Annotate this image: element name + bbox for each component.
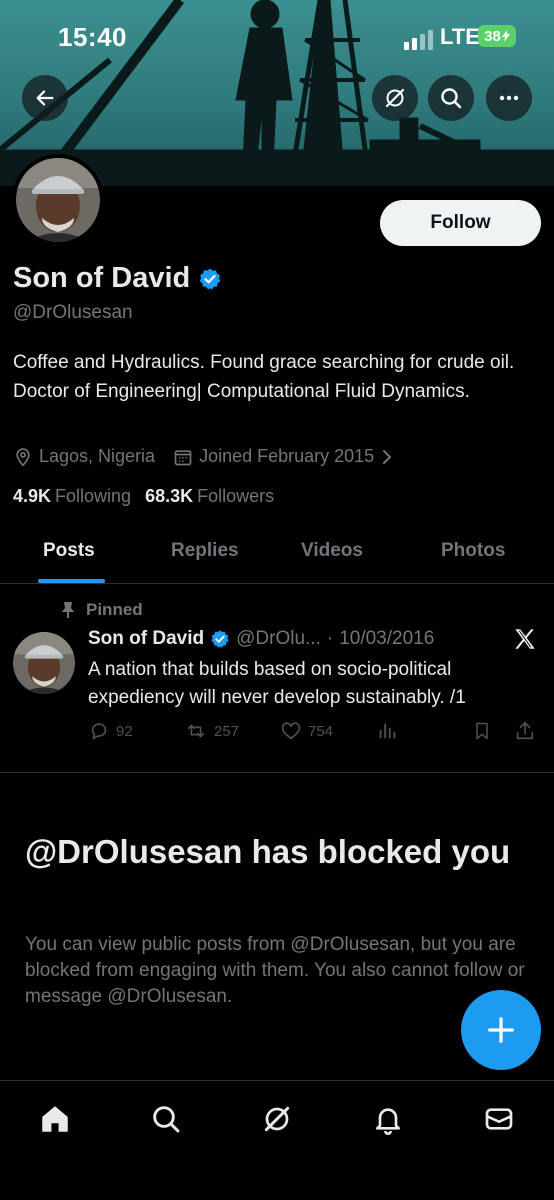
search-button[interactable] [428,75,474,121]
post-author-name[interactable]: Son of David [88,628,204,650]
profile-bio: Coffee and Hydraulics. Found grace searc… [13,352,515,402]
location-pin-icon [16,447,30,467]
verified-badge-icon[interactable] [198,267,222,291]
share-icon [516,721,534,740]
following-link[interactable]: 4.9K Following [13,486,131,507]
post-avatar[interactable] [13,632,75,694]
nav-home[interactable] [35,1099,75,1139]
location-text: Lagos, Nigeria [39,446,156,466]
status-bar: 15:40 LTE 38 [0,0,554,70]
compose-button[interactable] [461,990,541,1070]
repost-button[interactable]: 257 [184,720,239,742]
messages-icon [485,1108,513,1130]
grok-icon [385,88,405,108]
grok-icon [264,1106,290,1132]
divider [0,772,554,773]
nav-messages[interactable] [479,1099,519,1139]
following-label: Following [55,486,132,506]
nav-grok[interactable] [257,1099,297,1139]
post-date[interactable]: 10/03/2016 [339,628,434,650]
back-button[interactable] [22,75,68,121]
profile-name: Son of David [13,262,222,295]
profile-meta: Lagos, Nigeria Joined February 2015 [13,446,412,467]
reply-icon [91,723,107,740]
like-button[interactable]: 754 [280,720,333,742]
active-tab-indicator [38,579,105,583]
pinned-indicator: Pinned [60,600,143,620]
signal-icon [404,30,433,50]
nav-notifications[interactable] [368,1099,408,1139]
repost-count: 257 [214,722,240,740]
tab-videos[interactable]: Videos [301,540,363,562]
more-button[interactable] [486,75,532,121]
post-separator: · [326,628,334,649]
heart-icon [281,722,301,740]
repost-icon [187,724,205,738]
profile-handle: @DrOlusesan [13,302,133,323]
profile-avatar[interactable] [12,154,104,246]
battery-level: 38 [484,27,501,45]
bookmark-icon [476,722,488,740]
tab-replies[interactable]: Replies [171,540,239,562]
blocked-description: You can view public posts from @DrOluses… [25,934,525,1007]
grok-button[interactable] [372,75,418,121]
verified-badge-icon [211,630,229,648]
pin-icon [62,602,74,618]
followers-label: Followers [197,486,275,506]
search-icon [441,88,462,109]
location-item: Lagos, Nigeria [13,446,155,467]
pinned-label: Pinned [86,600,143,619]
post-text[interactable]: A nation that builds based on socio-poli… [88,656,528,712]
battery-icon: 38 [478,25,516,47]
plus-icon [488,1017,514,1043]
joined-text: Joined February 2015 [199,446,375,466]
analytics-icon [379,723,396,739]
joined-item[interactable]: Joined February 2015 [173,446,394,467]
x-logo-icon [512,626,538,657]
search-icon [153,1106,180,1133]
notifications-icon [376,1108,400,1135]
followers-link[interactable]: 68.3K Followers [145,486,274,507]
followers-count: 68.3K [145,486,194,506]
profile-tabs: Posts Replies Videos Photos [0,526,554,584]
tab-photos[interactable]: Photos [441,540,505,562]
chevron-right-icon [383,449,392,464]
views-button[interactable] [376,720,398,742]
reply-button[interactable]: 92 [88,720,133,742]
status-time: 15:40 [58,22,127,52]
following-count: 4.9K [13,486,52,506]
share-button[interactable] [514,720,536,742]
follow-button[interactable]: Follow [380,200,541,246]
network-type: LTE [440,24,480,49]
post-header: Son of David @DrOlu... · 10/03/2016 [88,628,434,650]
post-author-handle: @DrOlu... [236,628,321,649]
tab-posts[interactable]: Posts [43,540,95,562]
profile-stats: 4.9K Following 68.3K Followers [13,486,274,507]
post-actions: 92 257 754 [88,720,538,748]
home-icon [42,1106,68,1132]
calendar-icon [174,449,192,465]
profile-name-text: Son of David [13,262,191,294]
bookmark-button[interactable] [472,720,492,742]
reply-count: 92 [116,722,133,740]
like-count: 754 [308,722,334,740]
bottom-navigation [0,1081,554,1200]
nav-search[interactable] [146,1099,186,1139]
blocked-title: @DrOlusesan has blocked you [25,833,511,870]
arrow-left-icon [36,90,54,106]
more-horizontal-icon [499,95,519,101]
